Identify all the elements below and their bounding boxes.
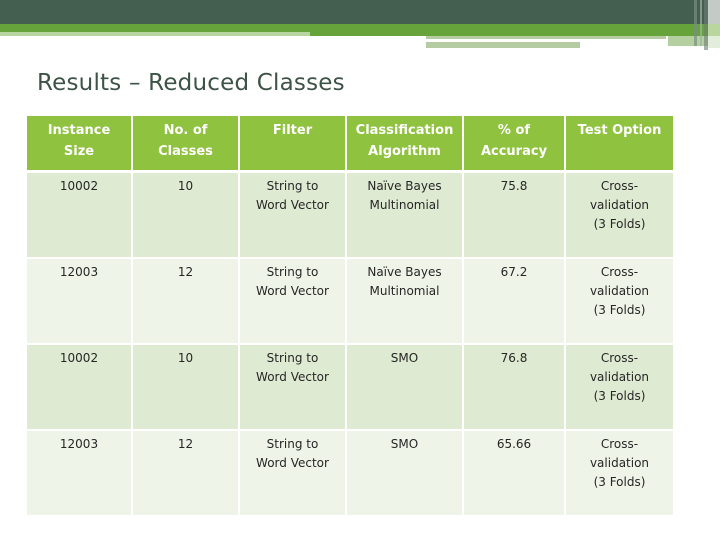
cell-algorithm: SMO	[347, 345, 464, 431]
cell-filter: String to Word Vector	[240, 259, 347, 345]
header-accent-gap	[486, 39, 668, 42]
cell-test-option: Cross- validation (3 Folds)	[566, 259, 673, 345]
table-header-row: Instance Size No. of Classes Filter Clas…	[27, 116, 673, 173]
cell-instance-size: 10002	[27, 345, 133, 431]
results-table: Instance Size No. of Classes Filter Clas…	[27, 116, 673, 517]
table-row: 12003 12 String to Word Vector Naïve Bay…	[27, 259, 673, 345]
corner-accent	[708, 0, 720, 24]
column-header-filter: Filter	[240, 116, 347, 173]
header-band-light	[0, 32, 310, 36]
corner-stripe	[694, 0, 697, 46]
cell-filter: String to Word Vector	[240, 345, 347, 431]
cell-instance-size: 10002	[27, 173, 133, 259]
corner-accent	[708, 36, 720, 48]
cell-algorithm: Naïve Bayes Multinomial	[347, 173, 464, 259]
column-header-classification-algorithm: Classification Algorithm	[347, 116, 464, 173]
table-row: 10002 10 String to Word Vector SMO 76.8 …	[27, 345, 673, 431]
table-row: 12003 12 String to Word Vector SMO 65.66…	[27, 431, 673, 517]
cell-no-of-classes: 10	[133, 345, 240, 431]
header-accent-line	[426, 42, 580, 48]
cell-test-option: Cross- validation (3 Folds)	[566, 431, 673, 517]
cell-filter: String to Word Vector	[240, 431, 347, 517]
cell-no-of-classes: 12	[133, 431, 240, 517]
cell-instance-size: 12003	[27, 259, 133, 345]
cell-accuracy: 76.8	[464, 345, 566, 431]
cell-accuracy: 75.8	[464, 173, 566, 259]
cell-test-option: Cross- validation (3 Folds)	[566, 345, 673, 431]
cell-no-of-classes: 10	[133, 173, 240, 259]
column-header-accuracy: % of Accuracy	[464, 116, 566, 173]
cell-algorithm: SMO	[347, 431, 464, 517]
cell-algorithm: Naïve Bayes Multinomial	[347, 259, 464, 345]
cell-accuracy: 67.2	[464, 259, 566, 345]
corner-stripe	[704, 0, 708, 50]
table-row: 10002 10 String to Word Vector Naïve Bay…	[27, 173, 673, 259]
cell-test-option: Cross- validation (3 Folds)	[566, 173, 673, 259]
column-header-no-of-classes: No. of Classes	[133, 116, 240, 173]
cell-filter: String to Word Vector	[240, 173, 347, 259]
cell-instance-size: 12003	[27, 431, 133, 517]
column-header-test-option: Test Option	[566, 116, 673, 173]
column-header-instance-size: Instance Size	[27, 116, 133, 173]
slide-title: Results – Reduced Classes	[37, 70, 345, 96]
corner-stripe	[700, 0, 702, 46]
cell-no-of-classes: 12	[133, 259, 240, 345]
corner-accent	[708, 24, 720, 36]
cell-accuracy: 65.66	[464, 431, 566, 517]
header-band-dark	[0, 0, 720, 24]
